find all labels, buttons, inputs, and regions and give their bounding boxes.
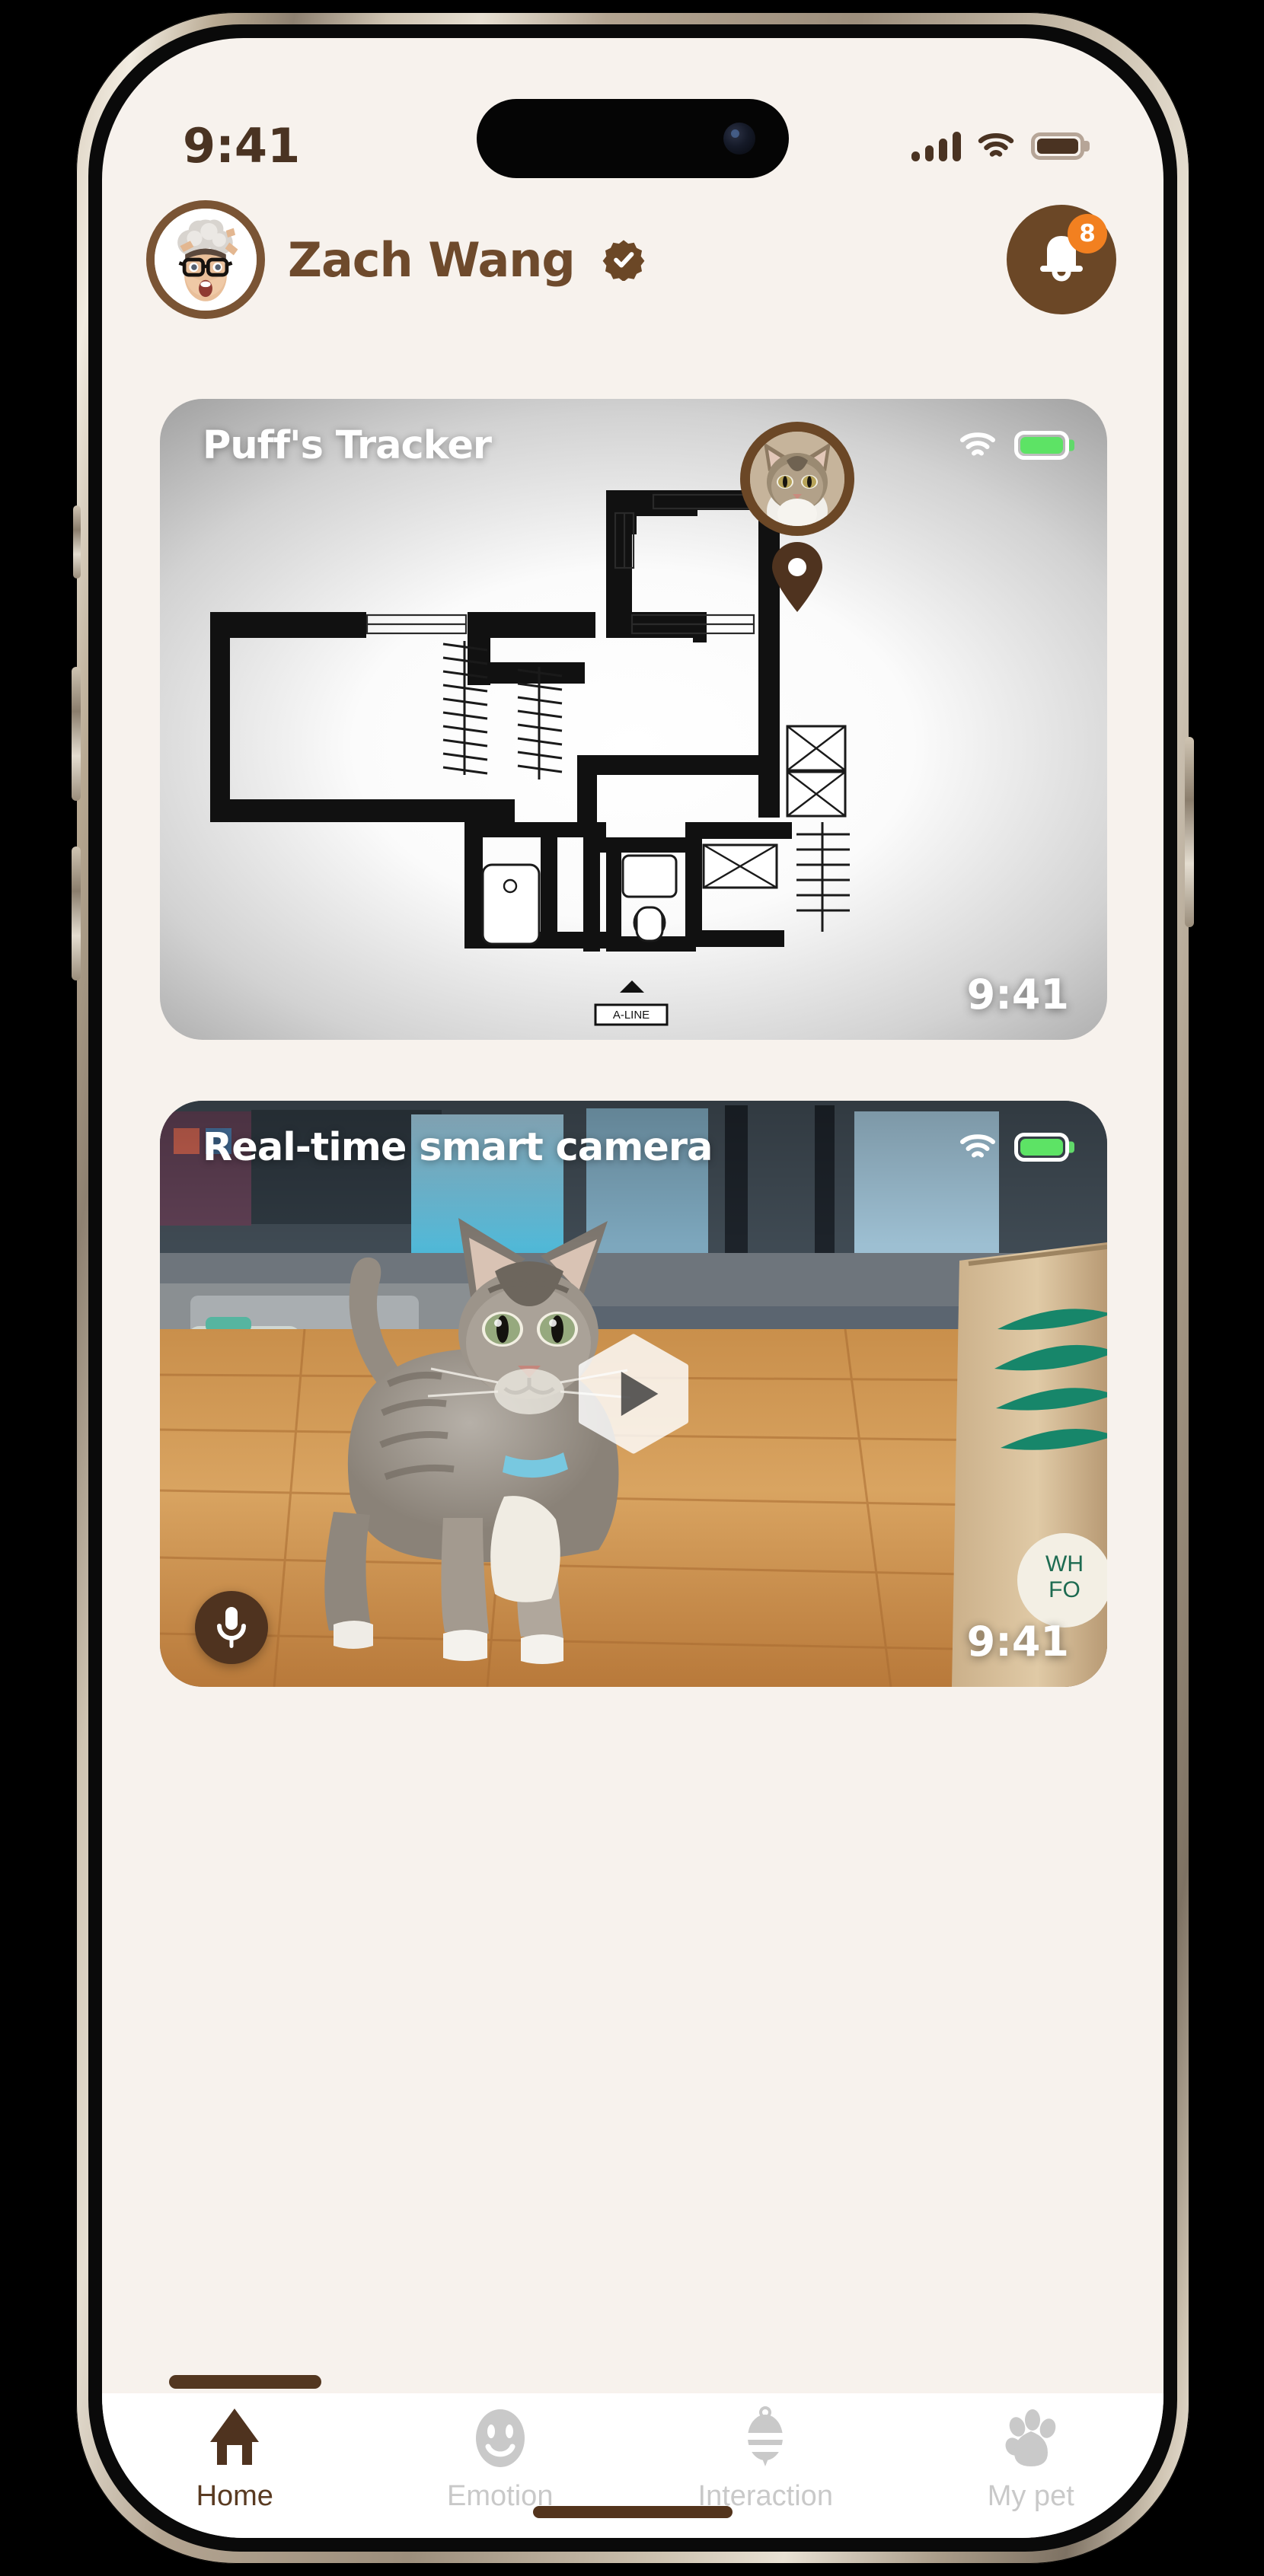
camera-card-title: Real-time smart camera [203,1125,713,1170]
tracker-card-status [959,431,1069,460]
camera-timestamp: 9:41 [966,1618,1069,1666]
notifications-button[interactable]: 8 [1007,205,1116,314]
status-bar-icons [911,131,1084,161]
map-pin-icon [772,542,822,612]
tracker-timestamp: 9:41 [966,971,1069,1019]
main-content: A-LINE Puff's Tracker 9:41 WH FO Real-ti… [102,332,1163,2538]
tab-my-pet-label: My pet [987,2480,1074,2512]
silent-switch-button[interactable] [73,505,81,579]
wifi-icon [960,1134,995,1158]
tab-my-pet[interactable]: My pet [899,2405,1164,2513]
tab-interaction[interactable]: Interaction [633,2405,899,2513]
play-button[interactable] [572,1332,695,1455]
paw-print-icon [1005,2409,1056,2466]
power-button[interactable] [1185,737,1194,927]
phone-screen: 9:41 Zach Wang 8 A-LINE Puff's Tracker 9… [102,38,1163,2538]
tab-home-label: Home [196,2480,273,2512]
home-indicator[interactable] [533,2506,733,2518]
cellular-signal-icon [911,131,961,161]
home-icon [210,2409,260,2465]
card-smart-camera[interactable]: WH FO Real-time smart camera 9:41 [160,1101,1107,1687]
wifi-icon [960,432,995,456]
verified-badge-icon [602,240,645,281]
svg-text:A-LINE: A-LINE [613,1009,650,1022]
tab-home[interactable]: Home [102,2405,368,2513]
svg-text:WH: WH [1045,1551,1084,1577]
card-pet-tracker[interactable]: A-LINE Puff's Tracker 9:41 [160,399,1107,1040]
status-bar-time: 9:41 [183,118,301,174]
avatar[interactable] [146,200,265,319]
battery-icon [1014,431,1069,460]
floorplan-map: A-LINE [210,490,850,1026]
page-title: Zach Wang [288,231,576,288]
app-header: Zach Wang 8 [102,187,1163,332]
notification-badge: 8 [1068,214,1107,253]
smiley-face-icon [475,2409,525,2467]
volume-down-button[interactable] [72,846,81,980]
volume-up-button[interactable] [72,667,81,801]
battery-icon [1014,1133,1069,1162]
battery-icon [1031,132,1084,160]
camera-top-scrim [160,1101,1107,1245]
pet-location-marker[interactable] [740,422,854,612]
user-avatar-memoji [155,209,257,311]
microphone-button[interactable] [195,1591,268,1664]
dynamic-island [477,99,789,178]
wifi-icon [978,133,1014,157]
microphone-icon [217,1607,246,1648]
screenshot-stage: 9:41 Zach Wang 8 A-LINE Puff's Tracker 9… [0,0,1264,2576]
svg-text:FO: FO [1049,1577,1080,1602]
profile-block[interactable]: Zach Wang [146,200,645,319]
camera-card-status [959,1133,1069,1162]
pet-toy-icon [747,2406,784,2466]
scroll-indicator[interactable] [169,2375,321,2389]
pet-photo-puff [740,422,854,536]
front-camera-icon [723,123,755,155]
tab-emotion[interactable]: Emotion [368,2405,634,2513]
tracker-card-title: Puff's Tracker [203,423,492,468]
